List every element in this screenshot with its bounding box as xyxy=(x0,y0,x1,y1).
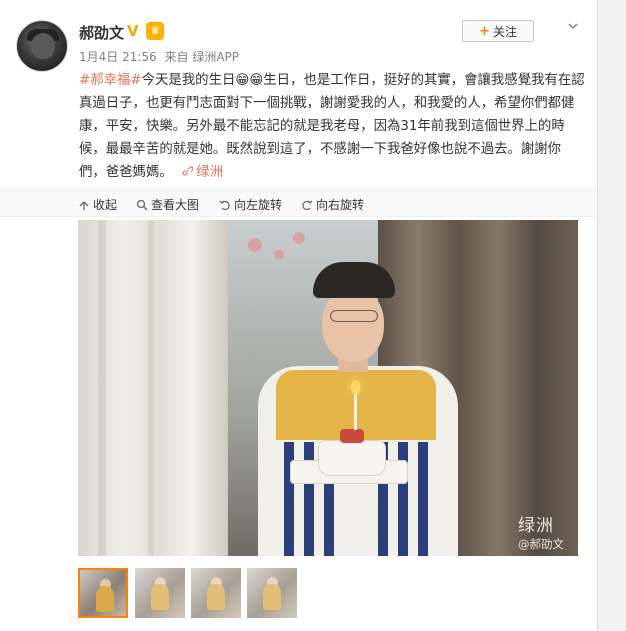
thumbnail-figure xyxy=(96,586,114,612)
photo-cake-topping xyxy=(340,429,364,443)
link-icon xyxy=(182,166,194,176)
post-text: #郝幸福#今天是我的生日😁😁生日，也是工作日，挺好的其實，會讓我感覺我有在認真過… xyxy=(79,69,587,184)
post-body: 今天是我的生日😁😁生日，也是工作日，挺好的其實，會讓我感覺我有在認真過日子，也更… xyxy=(79,73,585,180)
photo-watermark-brand: 绿洲 xyxy=(518,516,554,536)
avatar[interactable] xyxy=(16,20,68,72)
view-large-label: 查看大图 xyxy=(151,198,200,212)
rotate-right-icon xyxy=(302,200,313,210)
photo-cake xyxy=(318,440,386,476)
plus-icon: + xyxy=(479,23,490,39)
thumbnail-1[interactable] xyxy=(78,568,128,618)
weibo-post-card: 郝劭文 V ♛ 1月4日 21:56 来自 绿洲APP + 关注 #郝幸福#今天… xyxy=(0,0,626,631)
page-side-gutter xyxy=(597,0,626,631)
post-photo[interactable]: 绿洲 @郝劭文 xyxy=(78,220,578,556)
rotate-right-button[interactable]: 向右旋转 xyxy=(301,196,364,213)
follow-label: 关注 xyxy=(492,24,517,39)
hashtag-link[interactable]: #郝幸福# xyxy=(79,73,142,88)
post-time[interactable]: 1月4日 21:56 xyxy=(79,50,157,64)
rotate-left-icon xyxy=(219,200,230,210)
view-large-button[interactable]: 查看大图 xyxy=(136,196,199,213)
collapse-icon xyxy=(79,200,89,210)
thumbnail-figure xyxy=(263,584,281,610)
rotate-right-label: 向右旋转 xyxy=(316,198,365,212)
photo-glasses xyxy=(330,310,378,322)
photo-hat xyxy=(313,262,395,298)
thumbnail-3[interactable] xyxy=(191,568,241,618)
photo-flower xyxy=(248,238,262,252)
collapse-label: 收起 xyxy=(93,198,118,212)
photo-candle-flame xyxy=(351,380,360,394)
photo-curtain-fold xyxy=(98,220,106,556)
photo-candle xyxy=(354,390,357,430)
location-label: 绿洲 xyxy=(196,165,224,180)
thumbnail-figure xyxy=(151,584,169,610)
post-meta: 1月4日 21:56 来自 绿洲APP xyxy=(79,48,243,65)
post-source[interactable]: 来自 绿洲APP xyxy=(165,50,240,64)
media-toolbar: 收起 查看大图 向左旋转 向右旋转 xyxy=(0,189,597,217)
photo-face xyxy=(322,288,384,362)
author-name[interactable]: 郝劭文 xyxy=(79,22,124,43)
photo-flower xyxy=(293,232,305,244)
verified-icon: V xyxy=(127,22,139,40)
photo-stripe xyxy=(418,442,428,556)
photo-flower xyxy=(274,250,284,260)
avatar-face xyxy=(31,33,55,59)
follow-button[interactable]: + 关注 xyxy=(462,20,534,42)
vip-crown-icon: ♛ xyxy=(146,22,164,40)
zoom-icon xyxy=(136,199,148,210)
thumbnail-2[interactable] xyxy=(135,568,185,618)
rotate-left-label: 向左旋转 xyxy=(234,198,283,212)
thumbnail-4[interactable] xyxy=(247,568,297,618)
collapse-button[interactable]: 收起 xyxy=(78,196,117,213)
chevron-down-icon[interactable] xyxy=(566,19,580,33)
photo-watermark-user: @郝劭文 xyxy=(518,537,564,551)
rotate-left-button[interactable]: 向左旋转 xyxy=(219,196,282,213)
thumbnail-figure xyxy=(207,584,225,610)
location-link[interactable]: 绿洲 xyxy=(181,165,223,180)
photo-curtain-fold xyxy=(148,220,154,556)
